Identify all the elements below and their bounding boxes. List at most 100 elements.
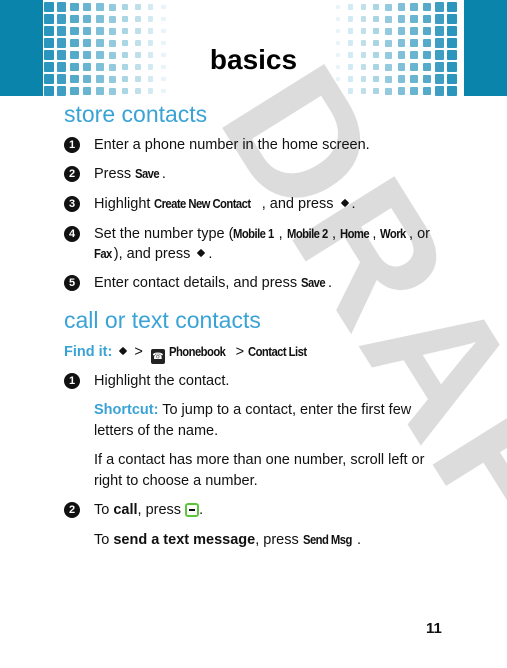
pattern-square bbox=[161, 16, 166, 22]
pattern-square bbox=[83, 26, 92, 36]
key-label: Create New Contact bbox=[154, 197, 252, 211]
key-label: Work bbox=[380, 227, 407, 241]
text: , and press bbox=[261, 196, 334, 212]
pattern-square bbox=[57, 86, 67, 96]
shortcut-text: Shortcut: To jump to a contact, enter th… bbox=[94, 402, 411, 418]
pattern-square bbox=[422, 86, 432, 96]
pattern-square bbox=[447, 14, 458, 24]
pattern-square bbox=[348, 4, 354, 10]
pattern-square bbox=[109, 27, 116, 35]
pattern-square bbox=[57, 2, 67, 12]
step-number: 1 bbox=[64, 373, 80, 389]
step-number: 4 bbox=[64, 226, 80, 242]
text: Highlight bbox=[94, 196, 155, 212]
bold-text: send a text message bbox=[113, 532, 256, 548]
step-number: 1 bbox=[64, 137, 80, 153]
step-text: Enter a phone number in the home screen. bbox=[94, 137, 370, 153]
text: ), and press bbox=[113, 246, 191, 262]
pattern-square bbox=[335, 4, 341, 10]
pattern-square bbox=[96, 27, 104, 35]
pattern-square bbox=[122, 3, 129, 11]
pattern-square bbox=[44, 26, 54, 36]
find-it-label: Find it: bbox=[64, 344, 113, 360]
text: . bbox=[327, 275, 332, 291]
pattern-square bbox=[397, 27, 406, 35]
text: . bbox=[356, 532, 362, 548]
phonebook-icon: ☎ bbox=[150, 349, 165, 364]
pattern-square bbox=[397, 75, 406, 83]
pattern-square bbox=[410, 26, 419, 36]
pattern-square bbox=[135, 16, 141, 22]
step-number: 3 bbox=[64, 196, 80, 212]
pattern-square bbox=[70, 2, 79, 12]
pattern-square bbox=[434, 2, 445, 12]
text: Enter contact details, and press bbox=[94, 275, 302, 291]
pattern-square bbox=[385, 27, 393, 35]
pattern-square bbox=[135, 4, 141, 10]
page-number: 11 bbox=[426, 620, 442, 637]
shortcut-text-continued: letters of the name. bbox=[94, 423, 219, 439]
pattern-square bbox=[44, 86, 54, 96]
pattern-square bbox=[148, 28, 154, 34]
pattern-square bbox=[83, 2, 92, 12]
step-text-continued: Fax), and press . bbox=[94, 246, 213, 262]
step-text: To call, press . bbox=[94, 502, 204, 518]
pattern-square bbox=[360, 16, 367, 22]
pattern-square bbox=[122, 27, 129, 35]
pattern-square bbox=[161, 4, 166, 10]
step-number: 2 bbox=[64, 166, 80, 182]
pattern-square bbox=[335, 28, 341, 34]
text: Press bbox=[94, 166, 136, 182]
pattern-square bbox=[385, 75, 393, 83]
pattern-square bbox=[109, 3, 116, 11]
nav-key-icon bbox=[338, 199, 352, 209]
pattern-square bbox=[44, 2, 54, 12]
pattern-square bbox=[70, 86, 79, 96]
pattern-square bbox=[161, 28, 166, 34]
pattern-square bbox=[447, 86, 458, 96]
note-text: If a contact has more than one number, s… bbox=[94, 452, 425, 468]
soft-key-icon bbox=[185, 503, 200, 517]
pattern-square bbox=[161, 76, 166, 82]
key-label: Send Msg bbox=[302, 533, 352, 547]
page-title: basics bbox=[209, 44, 298, 75]
pattern-square bbox=[397, 3, 406, 11]
pattern-square bbox=[422, 2, 432, 12]
pattern-square bbox=[385, 15, 393, 23]
text: , press bbox=[137, 502, 182, 518]
pattern-square bbox=[161, 88, 166, 94]
nav-key-icon bbox=[116, 347, 130, 357]
section-heading-store-contacts: store contacts bbox=[64, 101, 208, 127]
step-text: Set the number type (Mobile 1, Mobile 2,… bbox=[94, 226, 430, 242]
pattern-square bbox=[57, 14, 67, 24]
pattern-square bbox=[422, 26, 432, 36]
pattern-square bbox=[109, 15, 116, 23]
pattern-square bbox=[83, 86, 92, 96]
pattern-square bbox=[96, 15, 104, 23]
pattern-square bbox=[434, 14, 445, 24]
step-number: 2 bbox=[64, 502, 80, 518]
menu-path-item: Phonebook bbox=[168, 345, 226, 359]
shortcut-label: Shortcut: bbox=[94, 402, 159, 418]
key-label: Mobile 1 bbox=[233, 227, 275, 241]
pattern-square bbox=[447, 26, 458, 36]
menu-path-item: Contact List bbox=[248, 345, 307, 359]
key-label: Fax bbox=[94, 247, 112, 261]
pattern-square bbox=[410, 86, 419, 96]
pattern-square bbox=[360, 28, 367, 34]
pattern-square bbox=[372, 27, 380, 35]
pattern-square bbox=[122, 87, 129, 95]
pattern-square bbox=[372, 3, 380, 11]
pattern-square bbox=[385, 3, 393, 11]
key-label: Home bbox=[340, 227, 370, 241]
pattern-square bbox=[83, 14, 92, 24]
pattern-square bbox=[96, 75, 104, 83]
pattern-square bbox=[96, 87, 104, 95]
text: To bbox=[94, 532, 114, 548]
pattern-square bbox=[70, 14, 79, 24]
find-it-path: Find it: > ☎ Phonebook > Contact List bbox=[64, 344, 313, 364]
step-text: Highlight Create New Contact, and press … bbox=[94, 196, 356, 212]
pattern-square bbox=[360, 4, 367, 10]
key-label: Save bbox=[135, 167, 160, 181]
pattern-square bbox=[410, 74, 419, 84]
